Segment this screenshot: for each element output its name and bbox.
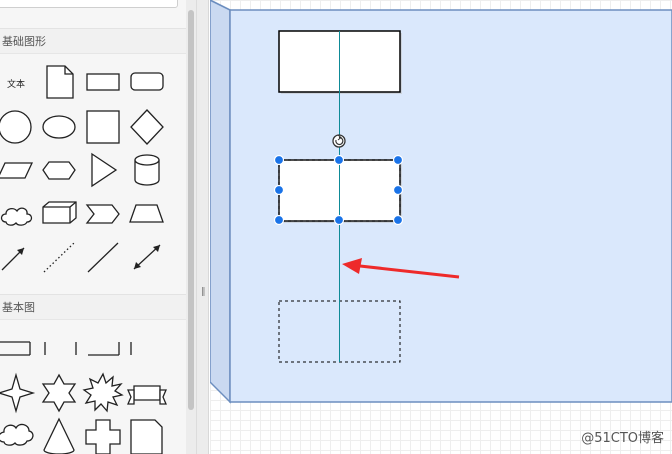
- diagram-canvas[interactable]: [210, 0, 672, 454]
- shape-ellipse[interactable]: [42, 115, 76, 139]
- resize-handle-w[interactable]: [273, 184, 285, 196]
- sidebar-scrollbar-thumb[interactable]: [188, 10, 194, 410]
- rectangle-shape-top[interactable]: [278, 30, 402, 94]
- watermark-text: @51CTO博客: [581, 431, 664, 446]
- resize-handle-ne[interactable]: [392, 154, 404, 166]
- shape-cone[interactable]: [43, 417, 75, 454]
- shape-cross[interactable]: [85, 419, 121, 454]
- shape-line[interactable]: [87, 242, 119, 273]
- resize-handle-e[interactable]: [392, 184, 404, 196]
- basic-shapes-palette: 文本: [0, 65, 164, 273]
- basic-diagram-palette: [0, 341, 167, 454]
- section-header-basic-shapes[interactable]: 基础图形: [0, 28, 186, 54]
- resize-handle-se[interactable]: [392, 214, 404, 226]
- shape-rectangle[interactable]: [86, 73, 120, 91]
- shape-square[interactable]: [86, 110, 120, 144]
- section-title: 基础图形: [2, 35, 46, 48]
- shape-search-input[interactable]: [0, 0, 178, 8]
- shape-cylinder[interactable]: [134, 154, 160, 186]
- shape-star-4[interactable]: [0, 372, 36, 414]
- shape-hexagon[interactable]: [42, 161, 76, 180]
- shape-cloud[interactable]: [0, 207, 33, 226]
- resize-handle-sw[interactable]: [273, 214, 285, 226]
- shape-triangle[interactable]: [91, 152, 118, 188]
- canvas-drawing: [210, 0, 672, 404]
- section-header-basic-diagram[interactable]: 基本图: [0, 294, 186, 320]
- shape-circle[interactable]: [0, 110, 32, 144]
- shape-text[interactable]: 文本: [7, 78, 25, 90]
- shape-bracket-bottom[interactable]: [75, 342, 120, 356]
- shape-bidirectional-arrow[interactable]: [133, 244, 161, 270]
- shape-banner[interactable]: [127, 385, 167, 405]
- resize-handle-n[interactable]: [333, 154, 345, 166]
- shape-arrow-line[interactable]: [1, 247, 25, 271]
- shape-text-label: 文本: [7, 78, 25, 90]
- resize-handle-s[interactable]: [333, 214, 345, 226]
- shape-sidebar: 基础图形 文本 基本图: [0, 0, 197, 454]
- panel-splitter[interactable]: ‖: [197, 0, 209, 454]
- shape-cloud-callout[interactable]: [0, 423, 34, 446]
- section-title: 基本图: [2, 301, 35, 314]
- shape-parallelogram[interactable]: [0, 162, 34, 179]
- shape-cube[interactable]: [42, 201, 77, 224]
- shape-trapezoid[interactable]: [129, 204, 164, 223]
- shape-rounded-rectangle[interactable]: [130, 72, 164, 91]
- shape-star-6[interactable]: [41, 373, 77, 413]
- rotate-handle-icon[interactable]: [332, 134, 346, 148]
- resize-handle-nw[interactable]: [273, 154, 285, 166]
- shape-step[interactable]: [85, 204, 120, 224]
- shape-bracket-left[interactable]: [0, 341, 31, 356]
- rectangle-shape-selected[interactable]: [278, 159, 402, 223]
- shape-note[interactable]: [46, 65, 74, 99]
- splitter-grip-icon: ‖: [201, 287, 206, 297]
- shape-folded-page[interactable]: [130, 419, 163, 454]
- shape-starburst[interactable]: [82, 372, 124, 413]
- shape-diamond[interactable]: [130, 109, 164, 145]
- shape-dotted-line[interactable]: [43, 242, 75, 273]
